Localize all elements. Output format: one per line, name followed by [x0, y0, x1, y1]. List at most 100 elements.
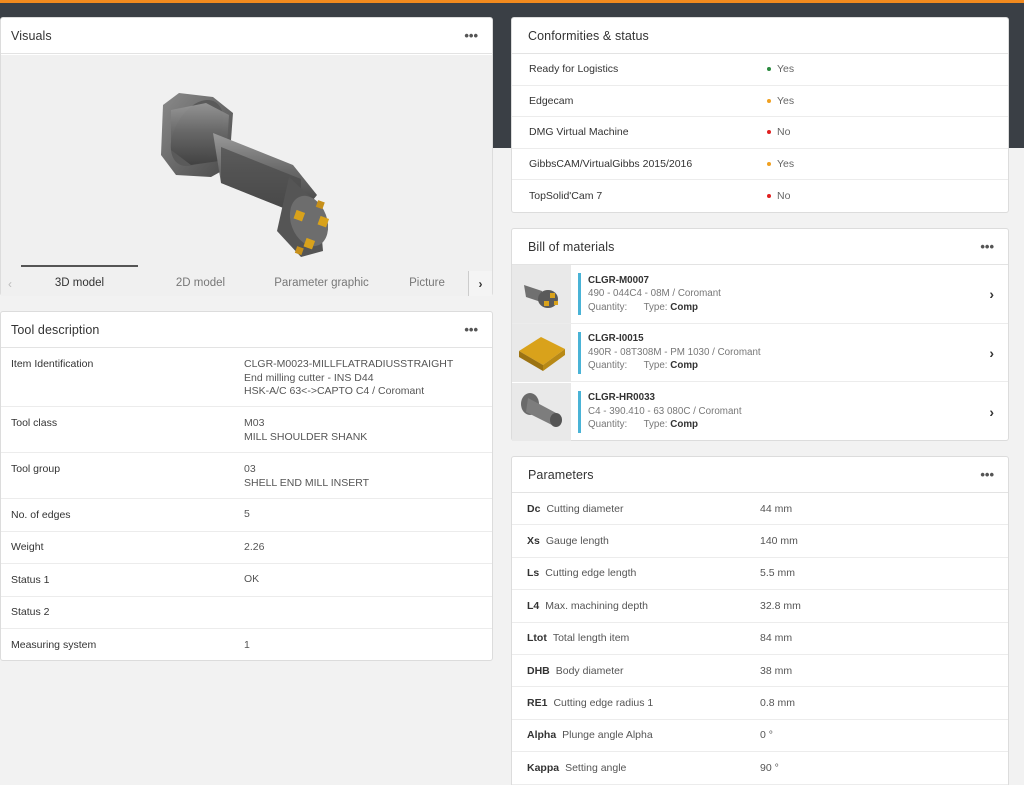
- bom-more-icon[interactable]: •••: [976, 238, 998, 255]
- parameter-name: Total length item: [552, 632, 630, 645]
- parameter-code: RE1: [527, 697, 548, 710]
- tool-description-header: Tool description •••: [1, 312, 492, 348]
- kv-row-tool-group: Tool group 03 SHELL END MILL INSERT: [1, 453, 492, 499]
- conformities-header: Conformities & status: [512, 18, 1008, 54]
- parameters-panel: Parameters ••• Dc Cutting diameter 44 mm Xs…: [511, 456, 1009, 785]
- bom-meta: Quantity: Type: Comp: [588, 418, 742, 432]
- chevron-right-icon[interactable]: ›: [989, 404, 994, 420]
- milling-cutter-icon: [512, 264, 571, 323]
- status-dot-icon: [767, 67, 771, 72]
- status-text: No: [777, 126, 791, 139]
- conformity-label: GibbsCAM/VirtualGibbs 2015/2016: [529, 158, 693, 171]
- tool-holder-icon: [512, 382, 571, 441]
- conformity-row: DMG Virtual Machine No: [512, 117, 1008, 149]
- parameter-label: Alpha Plunge angle Alpha: [527, 729, 760, 741]
- conformity-label: TopSolid'Cam 7: [529, 190, 603, 203]
- tab-parameter-graphic[interactable]: Parameter graphic: [261, 271, 382, 296]
- status-text: Yes: [777, 63, 795, 76]
- conformities-panel: Conformities & status Ready for Logistic…: [511, 17, 1009, 213]
- kv-value-line: SHELL END MILL INSERT: [244, 476, 370, 489]
- parameter-value: 0 °: [760, 729, 773, 742]
- kv-row-measuring-system: Measuring system 1: [1, 629, 492, 662]
- kv-value-line: CLGR-M0023-MILLFLATRADIUSSTRAIGHT: [244, 358, 454, 370]
- parameter-name: Setting angle: [565, 761, 627, 774]
- bom-item[interactable]: CLGR-I0015 490R - 08T308M - PM 1030 / Co…: [512, 323, 1008, 383]
- parameter-code: Dc: [527, 502, 541, 515]
- parameters-more-icon[interactable]: •••: [976, 466, 998, 483]
- parameter-code: DHB: [527, 664, 550, 677]
- kv-row-weight: Weight 2.26: [1, 532, 492, 564]
- parameter-label: Ls Cutting edge length: [527, 567, 760, 579]
- parameter-value: 90 °: [760, 761, 779, 774]
- status-dot-icon: [767, 130, 771, 135]
- kv-value-line: HSK-A/C 63<->CAPTO C4 / Coromant: [244, 385, 425, 397]
- parameter-value: 84 mm: [760, 632, 793, 645]
- conformity-status: Yes: [767, 158, 794, 170]
- parameter-row: Xs Gauge length 140 mm: [512, 525, 1008, 558]
- bom-info: CLGR-HR0033 C4 - 390.410 - 63 080C / Cor…: [588, 391, 742, 432]
- kv-row-item-identification: Item Identification CLGR-M0023-MILLFLATR…: [1, 348, 492, 407]
- tool-description-more-icon[interactable]: •••: [460, 321, 482, 338]
- conformity-label: Edgecam: [529, 94, 574, 107]
- bom-info: CLGR-M0007 490 - 044C4 - 08M / Coromant …: [588, 274, 721, 315]
- parameter-name: Cutting edge radius 1: [553, 697, 654, 710]
- tool-description-panel: Tool description ••• Item Identification…: [0, 311, 493, 661]
- status-dot-icon: [767, 98, 771, 103]
- conformity-row: GibbsCAM/VirtualGibbs 2015/2016 Yes: [512, 149, 1008, 181]
- type-label: Type:: [643, 419, 668, 431]
- chevron-right-icon[interactable]: ›: [989, 286, 994, 302]
- parameter-code: Ls: [527, 567, 540, 580]
- kv-key: No. of edges: [11, 508, 71, 521]
- parameter-row: Alpha Plunge angle Alpha 0 °: [512, 720, 1008, 753]
- bill-of-materials-panel: Bill of materials ••• CLGR-M0007 490 - 0…: [511, 228, 1009, 441]
- kv-key: Tool group: [11, 463, 61, 475]
- parameter-value: 38 mm: [760, 664, 793, 677]
- bom-accent-bar: [578, 390, 581, 433]
- parameter-value: 140 mm: [760, 535, 798, 548]
- parameter-code: Xs: [527, 535, 540, 548]
- parameter-label: Xs Gauge length: [527, 535, 760, 547]
- chevron-right-icon[interactable]: ›: [989, 345, 994, 361]
- visuals-more-icon[interactable]: •••: [460, 27, 482, 44]
- bom-item[interactable]: CLGR-HR0033 C4 - 390.410 - 63 080C / Cor…: [512, 382, 1008, 441]
- parameter-label: DHB Body diameter: [527, 665, 760, 677]
- type-label: Type:: [643, 301, 668, 313]
- bom-desc: 490 - 044C4 - 08M / Coromant: [588, 288, 721, 300]
- type-value: Comp: [670, 360, 699, 372]
- bom-accent-bar: [578, 272, 581, 315]
- bom-item[interactable]: CLGR-M0007 490 - 044C4 - 08M / Coromant …: [512, 264, 1008, 324]
- tab-picture[interactable]: Picture: [382, 271, 472, 296]
- type-label: Type:: [643, 360, 668, 372]
- parameter-row: Kappa Setting angle 90 °: [512, 752, 1008, 785]
- kv-value: 5: [244, 508, 250, 520]
- kv-value: 03 SHELL END MILL INSERT: [244, 463, 369, 498]
- bom-id: CLGR-I0015: [588, 333, 644, 345]
- 3d-model-viewer[interactable]: [1, 55, 492, 271]
- parameter-value: 32.8 mm: [760, 599, 801, 612]
- parameter-value: 0.8 mm: [760, 697, 796, 710]
- tabs-next-icon[interactable]: ›: [468, 271, 492, 296]
- parameter-name: Cutting diameter: [546, 502, 624, 515]
- tab-3d-model[interactable]: 3D model: [19, 265, 140, 296]
- conformity-row: Edgecam Yes: [512, 86, 1008, 118]
- kv-row-status-2: Status 2: [1, 597, 492, 629]
- kv-value: CLGR-M0023-MILLFLATRADIUSSTRAIGHT End mi…: [244, 358, 453, 406]
- tabs-prev-icon[interactable]: ‹: [1, 271, 19, 296]
- quantity-label: Quantity:: [588, 360, 628, 372]
- parameter-row: Dc Cutting diameter 44 mm: [512, 493, 1008, 526]
- parameter-label: Ltot Total length item: [527, 632, 760, 644]
- parameter-row: Ls Cutting edge length 5.5 mm: [512, 558, 1008, 591]
- kv-key: Measuring system: [11, 639, 97, 652]
- parameters-header: Parameters •••: [512, 457, 1008, 493]
- kv-row-no-of-edges: No. of edges 5: [1, 499, 492, 532]
- tab-2d-model[interactable]: 2D model: [140, 271, 261, 296]
- kv-row-tool-class: Tool class M03 MILL SHOULDER SHANK: [1, 407, 492, 453]
- parameter-code: Alpha: [527, 729, 557, 742]
- quantity-label: Quantity:: [588, 301, 628, 313]
- parameter-code: Kappa: [527, 761, 560, 774]
- kv-value: M03 MILL SHOULDER SHANK: [244, 417, 367, 452]
- bom-meta: Quantity: Type: Comp: [588, 359, 761, 373]
- conformity-label: Ready for Logistics: [529, 63, 619, 76]
- bom-accent-bar: [578, 331, 581, 374]
- parameter-value: 44 mm: [760, 502, 793, 515]
